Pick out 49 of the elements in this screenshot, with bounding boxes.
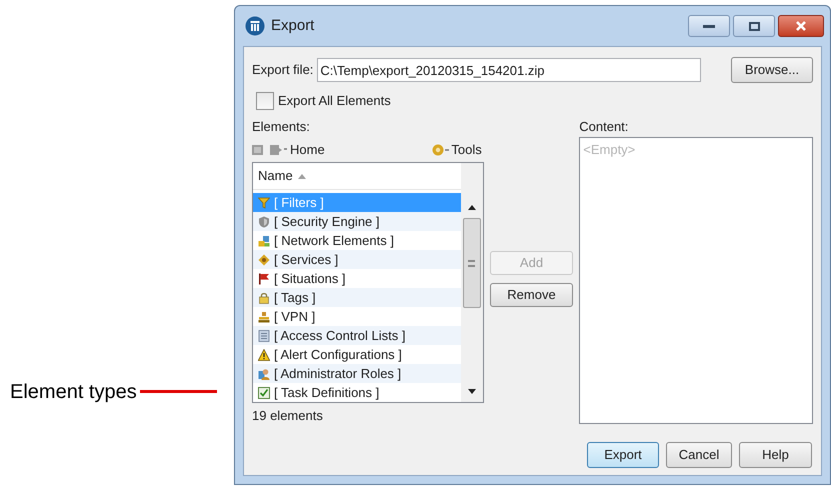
field-label: Export file: — [252, 61, 314, 80]
column-header[interactable]: Name — [258, 166, 293, 186]
list-item[interactable]: [ VPN ] — [274, 306, 316, 326]
section-label: Elements: — [252, 118, 311, 135]
scroll-up-icon[interactable] — [468, 205, 476, 210]
network-icon — [258, 234, 270, 246]
dialog-button[interactable]: Export — [587, 442, 659, 468]
sort-icon — [298, 174, 306, 178]
scroll-down-icon[interactable] — [468, 389, 476, 394]
scroll-thumb[interactable] — [462, 218, 481, 308]
gear-icon — [432, 143, 450, 157]
list-item[interactable]: [ Task Definitions ] — [274, 382, 380, 402]
dialog-button[interactable]: Help — [739, 442, 812, 468]
section-label: Content: — [579, 118, 630, 135]
stack-icon — [258, 310, 270, 322]
checkbox[interactable] — [256, 92, 274, 110]
list-item[interactable]: [ Situations ] — [274, 268, 346, 288]
list-item[interactable]: [ Network Elements ] — [274, 230, 394, 250]
warning-icon — [258, 348, 270, 360]
funnel-icon — [258, 196, 270, 208]
placeholder-text: <Empty> — [583, 142, 636, 157]
home-link[interactable]: Home — [290, 140, 325, 160]
remove-button[interactable]: Remove — [490, 283, 573, 307]
back-icon — [270, 144, 288, 156]
checklist-icon — [258, 386, 270, 398]
app-icon — [245, 16, 265, 36]
checkbox-label: Export All Elements — [278, 92, 391, 110]
browse-button[interactable]: Browse... — [731, 57, 813, 83]
flag-icon — [258, 272, 270, 284]
maximize-icon — [748, 22, 760, 30]
window-title: Export — [271, 16, 314, 36]
callout-label: Element types — [10, 382, 137, 402]
tools-menu[interactable]: Tools — [451, 140, 482, 160]
maximize-button[interactable] — [733, 15, 775, 37]
document-icon — [258, 330, 270, 342]
close-button[interactable] — [778, 15, 824, 37]
person-icon — [258, 368, 270, 380]
padlock-icon — [258, 292, 270, 304]
minimize-icon — [703, 24, 715, 28]
dialog-button[interactable]: Cancel — [666, 442, 732, 468]
list-item[interactable]: [ Alert Configurations ] — [274, 344, 402, 364]
minimize-button[interactable] — [688, 15, 730, 37]
close-icon — [795, 20, 807, 32]
file-path-field[interactable]: C:\Temp\export_20120315_154201.zip — [317, 58, 702, 82]
element-count: 19 elements — [252, 407, 324, 425]
folder-icon — [252, 144, 264, 156]
shield-icon — [258, 216, 270, 228]
scrollbar[interactable] — [460, 163, 483, 402]
diamond-icon — [258, 254, 270, 266]
